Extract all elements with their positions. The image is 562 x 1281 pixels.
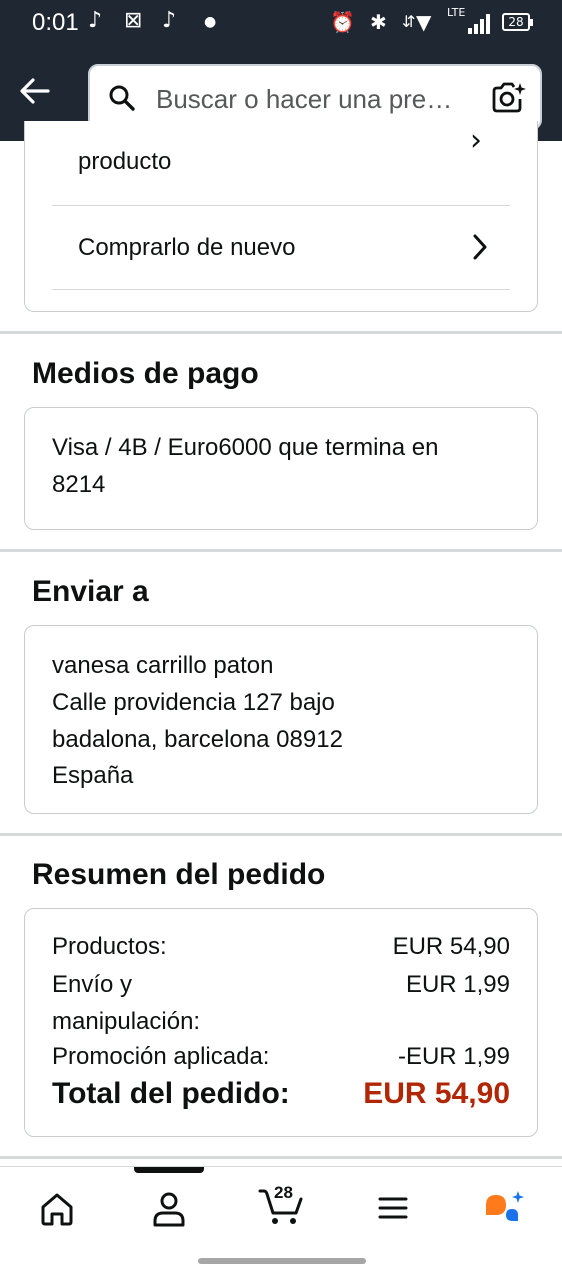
cart-button[interactable]: 28 <box>254 1179 310 1229</box>
summary-title: Resumen del pedido <box>32 858 326 891</box>
chevron-right-icon: › <box>470 123 482 158</box>
rufus-icon[interactable] <box>480 1185 530 1229</box>
order-total-value: EUR 54,90 <box>363 1077 510 1110</box>
home-indicator[interactable] <box>198 1258 366 1264</box>
shipping-country: España <box>52 762 134 789</box>
alarm-icon: ⏰ <box>330 10 355 34</box>
shipping-cost-value: EUR 1,99 <box>405 971 510 998</box>
tiktok-icon: ♪ <box>162 8 177 33</box>
section-divider <box>0 549 562 552</box>
section-divider <box>0 1156 562 1159</box>
back-arrow-icon[interactable] <box>18 74 52 108</box>
products-label: Productos: <box>52 933 167 960</box>
buy-again-row[interactable]: Comprarlo de nuevo <box>52 207 510 289</box>
shipping-cost-label: Envío y <box>52 971 133 998</box>
notification-dot-icon: ● <box>204 14 217 30</box>
order-total-label: Total del pedido: <box>52 1077 290 1110</box>
wifi-icon: ▼ <box>416 10 432 34</box>
status-bar: 0:01 ♪ ⊠ ♪ ● ⏰ ✱ ⇵ ▼ LTE 28 <box>0 0 562 46</box>
tiktok-icon: ♪ <box>88 8 103 33</box>
shipping-city: badalona, barcelona 08912 <box>52 726 343 753</box>
shipping-name: vanesa carrillo paton <box>52 652 274 679</box>
section-divider <box>0 833 562 836</box>
promo-value: -EUR 1,99 <box>397 1043 510 1070</box>
status-time: 0:01 <box>32 9 79 36</box>
payment-method-line2: 8214 <box>52 471 106 498</box>
payment-title: Medios de pago <box>32 357 259 390</box>
shipping-cost-label-cont: manipulación: <box>52 1008 201 1035</box>
menu-icon[interactable] <box>368 1185 418 1229</box>
capcut-icon: ⊠ <box>124 8 143 33</box>
bluetooth-icon: ✱ <box>370 10 387 34</box>
shipping-street: Calle providencia 127 bajo <box>52 689 335 716</box>
action-divider <box>52 289 510 290</box>
promo-label: Promoción aplicada: <box>52 1043 270 1070</box>
buy-again-label: Comprarlo de nuevo <box>78 234 296 261</box>
chevron-right-icon <box>473 234 487 260</box>
search-input[interactable] <box>154 78 478 120</box>
signal-icon <box>468 14 494 34</box>
payment-method-line1: Visa / 4B / Euro6000 que termina en <box>52 434 439 461</box>
products-value: EUR 54,90 <box>392 933 510 960</box>
camera-search-icon[interactable] <box>490 81 526 115</box>
active-tab-indicator <box>134 1167 204 1173</box>
shipping-title: Enviar a <box>32 575 149 608</box>
battery-icon: 28 <box>502 13 533 31</box>
cart-count: 28 <box>274 1183 293 1202</box>
search-icon <box>109 85 135 111</box>
lte-indicator: LTE <box>447 6 466 19</box>
order-action-partial-label: producto <box>78 148 172 175</box>
data-transfer-icon: ⇵ <box>402 12 416 31</box>
home-icon[interactable] <box>32 1185 82 1229</box>
section-divider <box>0 331 562 334</box>
account-icon[interactable] <box>144 1185 194 1229</box>
action-divider <box>52 205 510 206</box>
